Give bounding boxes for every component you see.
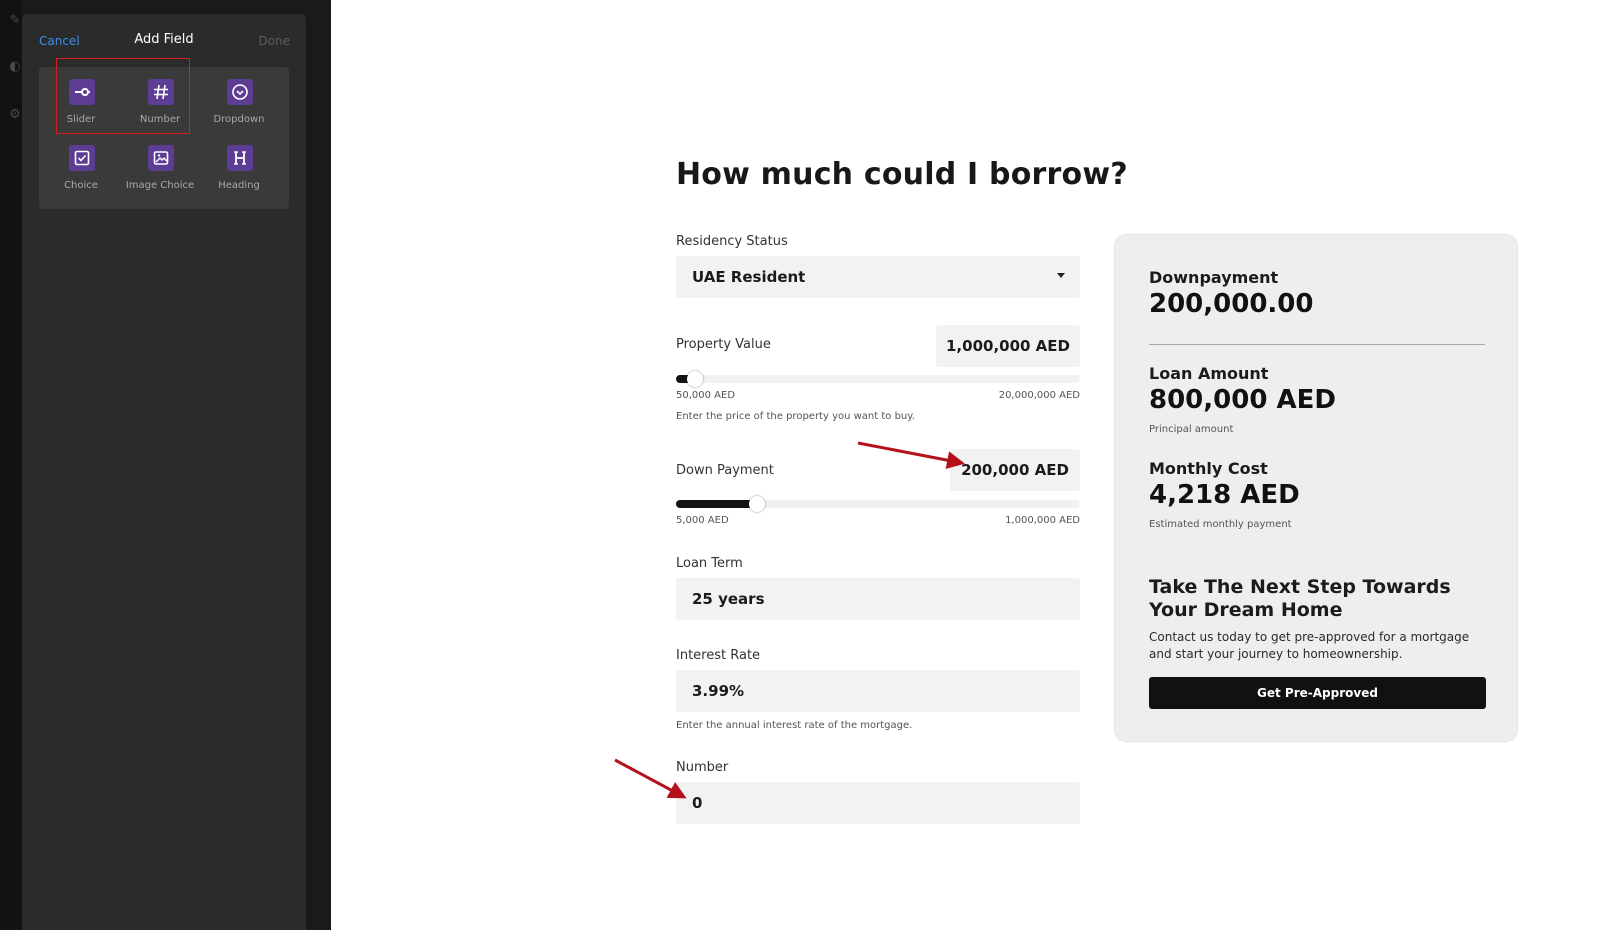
annotation-arrows xyxy=(614,441,965,799)
arrow-to-down-payment xyxy=(857,441,965,470)
screen: ✎ ◐ ⚙ Cancel Add Field Done Slider Numbe… xyxy=(0,0,1611,930)
arrow-to-number-field xyxy=(614,758,687,799)
